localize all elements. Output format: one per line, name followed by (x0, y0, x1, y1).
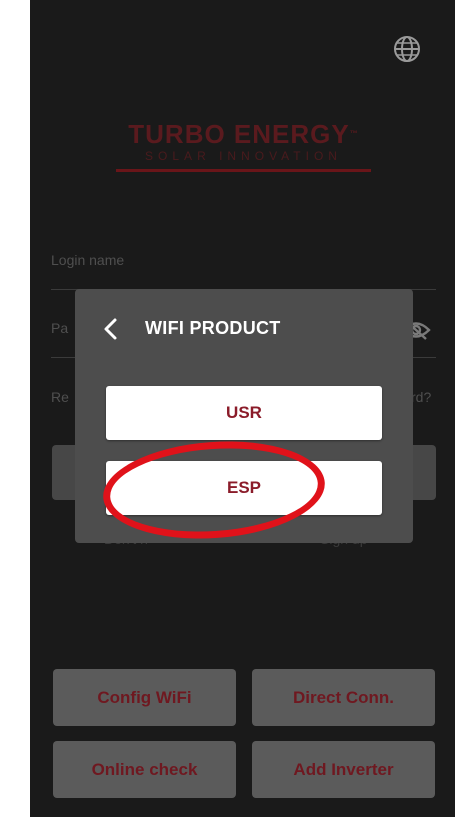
config-wifi-button[interactable]: Config WiFi (53, 669, 236, 726)
add-inverter-button[interactable]: Add Inverter (252, 741, 435, 798)
online-check-button[interactable]: Online check (53, 741, 236, 798)
logo-title: TURBO ENERGY (128, 119, 350, 149)
logo-subtitle: SOLAR INNOVATION (145, 149, 342, 163)
app-screen: TURBO ENERGY™ SOLAR INNOVATION Login nam… (30, 0, 455, 817)
usr-option-button[interactable]: USR (106, 386, 382, 440)
brand-logo: TURBO ENERGY™ SOLAR INNOVATION (116, 119, 371, 172)
login-name-label[interactable]: Login name (51, 252, 124, 268)
dialog-title: WIFI PRODUCT (145, 318, 281, 338)
forgot-password-link[interactable]: rd? (411, 389, 431, 405)
remember-label[interactable]: Re (51, 389, 69, 405)
dialog-header: WIFI PRODUCT (75, 289, 413, 369)
globe-icon[interactable] (392, 34, 422, 64)
direct-conn-button[interactable]: Direct Conn. (252, 669, 435, 726)
password-label[interactable]: Pa (51, 320, 68, 336)
logo-underline (116, 169, 371, 172)
back-chevron-icon[interactable] (101, 317, 119, 341)
